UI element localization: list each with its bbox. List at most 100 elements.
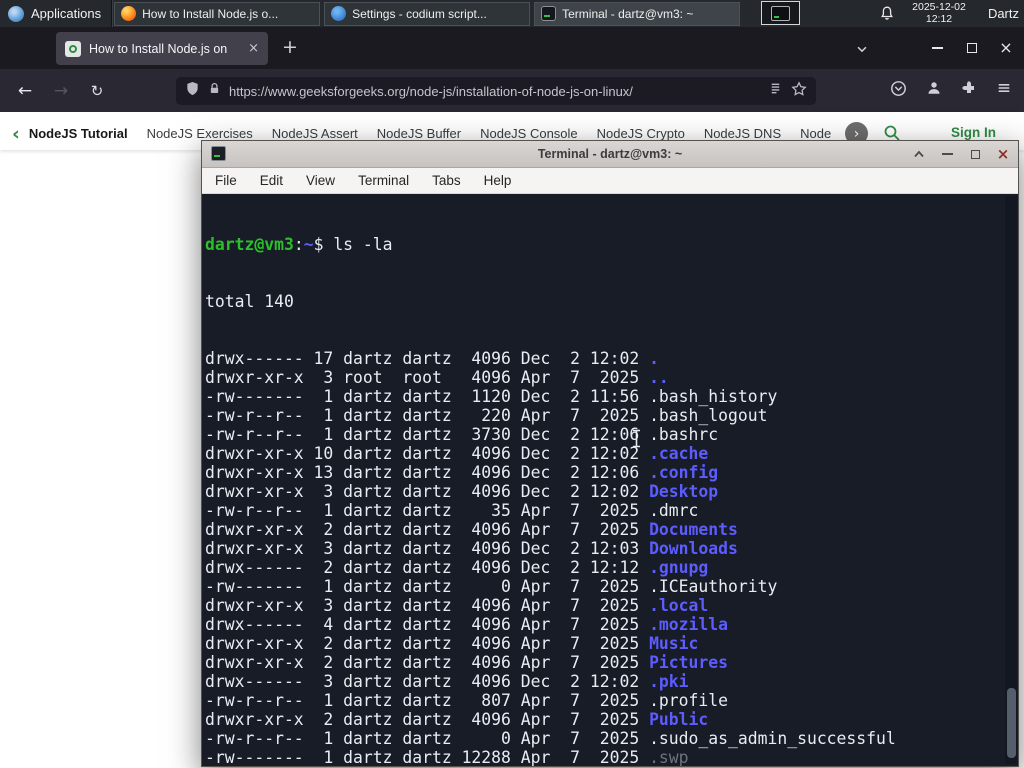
terminal-output-line: -rw------- 1 dartz dartz 0 Apr 7 2025 .I… <box>205 577 1018 596</box>
subnav-item-2[interactable]: NodeJS Assert <box>272 126 358 141</box>
terminal-output-line: drwxr-xr-x 13 dartz dartz 4096 Dec 2 12:… <box>205 463 1018 482</box>
file-name: Public <box>649 710 709 729</box>
minimize-button[interactable] <box>940 147 954 161</box>
file-name: .config <box>649 463 719 482</box>
applications-button[interactable]: Applications <box>0 0 111 27</box>
terminal-output-line: -rw-r--r-- 1 dartz dartz 220 Apr 7 2025 … <box>205 406 1018 425</box>
browser-tab-strip: How to Install Node.js on × + × <box>0 27 1024 69</box>
subnav-item-7[interactable]: Node <box>800 126 831 141</box>
shade-button[interactable] <box>912 147 926 161</box>
file-meta: drwx------ 17 dartz dartz 4096 Dec 2 12:… <box>205 349 650 368</box>
reload-button[interactable]: ↻ <box>84 69 110 112</box>
file-name: Downloads <box>649 539 738 558</box>
terminal-output[interactable]: dartz@vm3:~$ ls -la total 140 drwx------… <box>202 194 1018 766</box>
new-tab-button[interactable]: + <box>282 36 298 58</box>
tray-terminal-icon[interactable] <box>761 1 800 25</box>
window-buttons: How to Install Node.js o... Settings - co… <box>112 0 742 27</box>
close-icon: × <box>996 144 1010 163</box>
file-name: . <box>649 349 659 368</box>
file-meta: -rw-r--r-- 1 dartz dartz 35 Apr 7 2025 <box>205 501 650 520</box>
file-meta: -rw------- 1 dartz dartz 12288 Apr 7 202… <box>205 748 650 766</box>
file-meta: drwxr-xr-x 2 dartz dartz 4096 Apr 7 2025 <box>205 653 650 672</box>
taskbar-window-2[interactable]: Settings - codium script... <box>324 1 531 26</box>
terminal-scrollbar[interactable] <box>1005 196 1017 764</box>
taskbar-window-label: Settings - codium script... <box>352 6 487 21</box>
file-name: .. <box>649 368 669 387</box>
terminal-output-line: drwx------ 3 dartz dartz 4096 Dec 2 12:0… <box>205 672 1018 691</box>
clock[interactable]: 2025-12-02 12:12 <box>903 1 975 25</box>
file-name: .sudo_as_admin_successful <box>649 729 896 748</box>
sign-in-button[interactable]: Sign In <box>951 125 996 140</box>
close-icon: × <box>999 38 1013 57</box>
subnav-item-5[interactable]: NodeJS Crypto <box>597 126 685 141</box>
tracking-protection-shield-icon[interactable] <box>185 81 200 101</box>
window-close-button[interactable]: × <box>991 35 1021 61</box>
terminal-menubar: File Edit View Terminal Tabs Help <box>202 168 1018 194</box>
taskbar-window-3[interactable]: Terminal - dartz@vm3: ~ <box>534 1 741 26</box>
terminal-output-line: -rw-r--r-- 1 dartz dartz 3730 Dec 2 12:0… <box>205 425 1018 444</box>
menu-icon[interactable] <box>996 80 1012 101</box>
extensions-icon[interactable] <box>961 80 977 101</box>
pocket-icon[interactable] <box>890 80 907 102</box>
terminal-output-line: drwxr-xr-x 2 dartz dartz 4096 Apr 7 2025… <box>205 520 1018 539</box>
terminal-titlebar[interactable]: Terminal - dartz@vm3: ~ × <box>202 141 1018 168</box>
terminal-output-line: -rw-r--r-- 1 dartz dartz 807 Apr 7 2025 … <box>205 691 1018 710</box>
scrollbar-thumb[interactable] <box>1006 688 1016 758</box>
file-name: .bash_logout <box>649 406 768 425</box>
scroll-left-icon[interactable]: ‹ <box>12 123 20 145</box>
terminal-menu-file[interactable]: File <box>215 173 237 188</box>
file-meta: drwxr-xr-x 3 dartz dartz 4096 Apr 7 2025 <box>205 596 650 615</box>
file-name: Pictures <box>649 653 729 672</box>
file-name: .profile <box>649 691 729 710</box>
url-bar[interactable]: https://www.geeksforgeeks.org/node-js/in… <box>176 77 816 105</box>
lock-icon[interactable] <box>208 82 221 100</box>
terminal-menu-terminal[interactable]: Terminal <box>358 173 409 188</box>
file-name: .cache <box>649 444 709 463</box>
window-maximize-button[interactable] <box>957 35 987 61</box>
account-icon[interactable] <box>926 80 942 101</box>
notifications-icon[interactable] <box>879 5 895 26</box>
taskbar-window-1[interactable]: How to Install Node.js o... <box>114 1 321 26</box>
terminal-menu-edit[interactable]: Edit <box>260 173 283 188</box>
terminal-menu-view[interactable]: View <box>306 173 335 188</box>
file-meta: drwxr-xr-x 2 dartz dartz 4096 Apr 7 2025 <box>205 520 650 539</box>
subnav-item-1[interactable]: NodeJS Exercises <box>147 126 253 141</box>
file-name: .local <box>649 596 709 615</box>
terminal-output-line: -rw------- 1 dartz dartz 12288 Apr 7 202… <box>205 748 1018 766</box>
file-name: .ICEauthority <box>649 577 778 596</box>
firefox-icon <box>121 6 137 21</box>
reader-view-icon[interactable] <box>768 81 783 101</box>
forward-button[interactable]: → <box>48 69 74 112</box>
list-tabs-icon[interactable] <box>855 42 869 61</box>
subnav-item-4[interactable]: NodeJS Console <box>480 126 578 141</box>
tab-close-icon[interactable]: × <box>248 41 259 56</box>
subnav-item-6[interactable]: NodeJS DNS <box>704 126 781 141</box>
terminal-output-line: drwxr-xr-x 2 dartz dartz 4096 Apr 7 2025… <box>205 653 1018 672</box>
window-minimize-button[interactable] <box>922 35 952 61</box>
browser-tab[interactable]: How to Install Node.js on × <box>56 32 268 65</box>
back-button[interactable]: ← <box>12 69 38 112</box>
subnav-item-active[interactable]: NodeJS Tutorial <box>29 126 128 141</box>
file-name: .gnupg <box>649 558 709 577</box>
bookmark-star-icon[interactable] <box>791 81 807 101</box>
maximize-button[interactable] <box>968 147 982 161</box>
terminal-total-line: total 140 <box>205 292 294 311</box>
file-meta: -rw------- 1 dartz dartz 0 Apr 7 2025 <box>205 577 650 596</box>
terminal-output-line: -rw-r--r-- 1 dartz dartz 0 Apr 7 2025 .s… <box>205 729 1018 748</box>
terminal-output-line: drwxr-xr-x 10 dartz dartz 4096 Dec 2 12:… <box>205 444 1018 463</box>
terminal-menu-tabs[interactable]: Tabs <box>432 173 461 188</box>
user-menu[interactable]: Dartz <box>988 0 1019 27</box>
subnav-item-3[interactable]: NodeJS Buffer <box>377 126 461 141</box>
file-meta: -rw-r--r-- 1 dartz dartz 3730 Dec 2 12:0… <box>205 425 650 444</box>
file-meta: drwxr-xr-x 3 dartz dartz 4096 Dec 2 12:0… <box>205 482 650 501</box>
maximize-icon <box>970 149 980 159</box>
terminal-menu-help[interactable]: Help <box>484 173 512 188</box>
terminal-output-line: drwxr-xr-x 3 root root 4096 Apr 7 2025 .… <box>205 368 1018 387</box>
file-meta: -rw-r--r-- 1 dartz dartz 807 Apr 7 2025 <box>205 691 650 710</box>
file-name: .swp <box>649 748 689 766</box>
file-name: .dmrc <box>649 501 699 520</box>
close-button[interactable]: × <box>996 144 1010 163</box>
site-favicon <box>65 40 81 57</box>
settings-icon <box>331 6 347 21</box>
file-meta: drwx------ 4 dartz dartz 4096 Apr 7 2025 <box>205 615 650 634</box>
